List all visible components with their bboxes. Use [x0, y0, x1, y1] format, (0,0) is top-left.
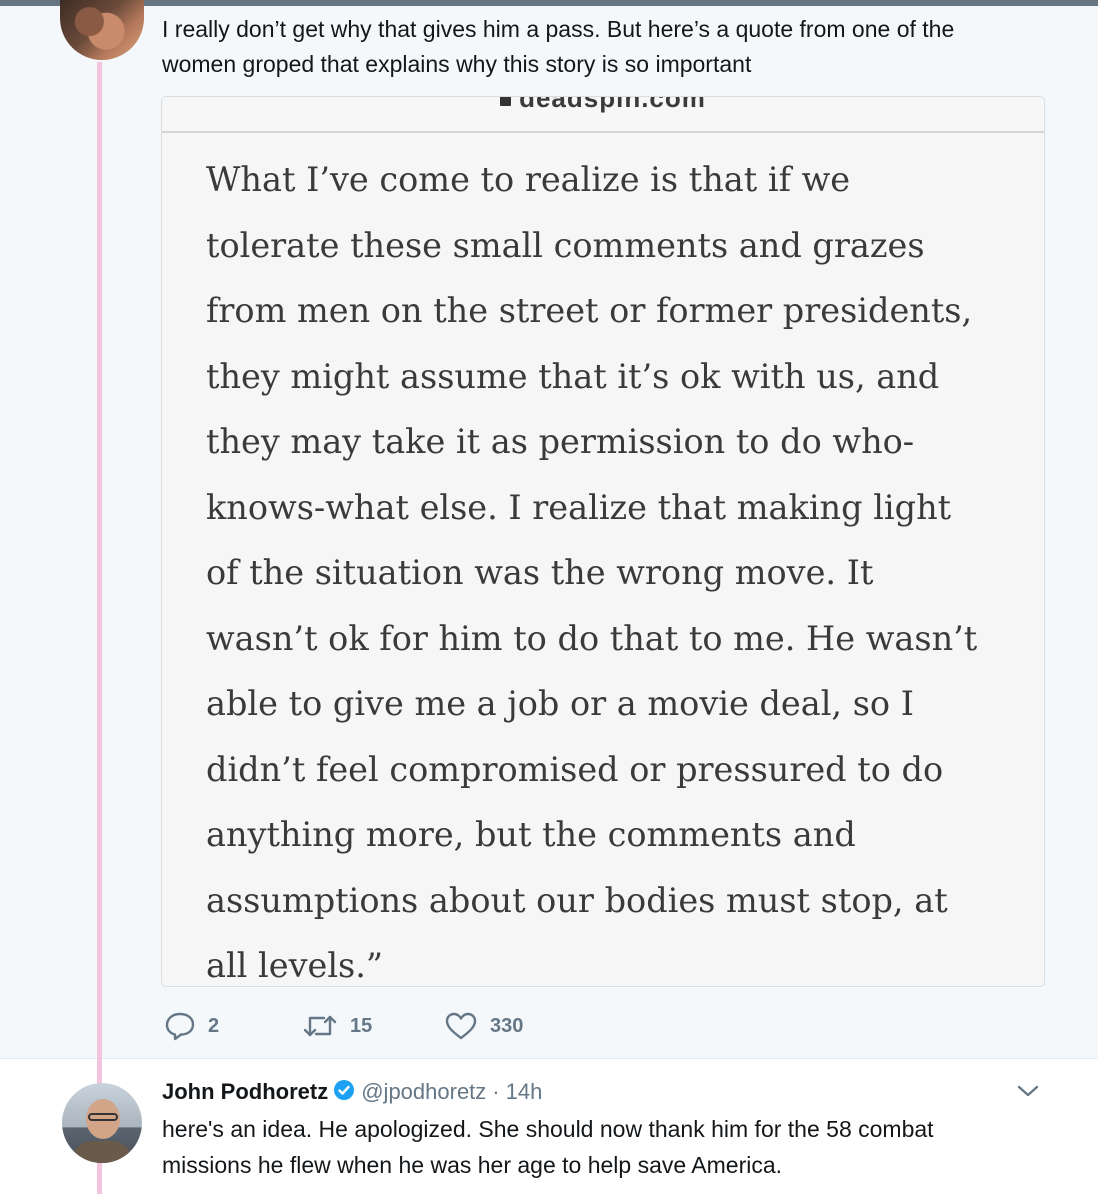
like-icon — [444, 1011, 478, 1041]
lock-icon — [500, 97, 512, 107]
author-handle[interactable]: @jpodhoretz — [361, 1079, 486, 1105]
tweet-actions: 2 15 330 — [162, 1008, 662, 1044]
tweet-text: I really don’t get why that gives him a … — [162, 12, 1062, 82]
tweet-header: John Podhoretz @jpodhoretz · 14h — [162, 1077, 542, 1107]
tweet-timestamp[interactable]: 14h — [506, 1079, 543, 1105]
retweet-button[interactable]: 15 — [302, 1008, 372, 1044]
retweet-icon — [302, 1011, 338, 1041]
quote-line: they might assume that it’s ok with us, … — [206, 356, 940, 396]
reply-count: 2 — [208, 1014, 220, 1037]
quote-line: anything more, but the comments and — [206, 815, 856, 854]
retweet-count: 15 — [350, 1014, 373, 1037]
quote-line: of the situation was the wrong move. It — [206, 553, 874, 592]
quote-line: all levels.” — [206, 946, 384, 985]
like-count: 330 — [490, 1014, 524, 1037]
avatar[interactable] — [62, 1083, 142, 1163]
chevron-down-icon[interactable] — [1016, 1083, 1040, 1104]
quote-line: What I’ve come to realize is that if we — [206, 160, 851, 199]
attached-screenshot[interactable]: deadspin.com What I’ve come to realize i… — [161, 96, 1045, 987]
quote-line: from men on the street or former preside… — [206, 291, 973, 330]
quote-line: they may take it as permission to do who… — [206, 422, 915, 461]
author-name[interactable]: John Podhoretz — [162, 1079, 328, 1105]
verified-icon — [333, 1079, 355, 1106]
quote-line: able to give me a job or a movie deal, s… — [206, 684, 914, 723]
thread-connector-line — [97, 62, 102, 1194]
reply-button[interactable]: 2 — [164, 1008, 219, 1044]
quote-line: didn’t feel compromised or pressured to … — [206, 749, 944, 789]
quote-line: knows-what else. I realize that making l… — [206, 487, 952, 527]
tweet-text-line: women groped that explains why this stor… — [162, 51, 752, 77]
reply-icon — [164, 1011, 196, 1041]
tweet-text: here's an idea. He apologized. She shoul… — [162, 1111, 1062, 1183]
url-domain: deadspin.com — [519, 96, 706, 113]
like-button[interactable]: 330 — [444, 1008, 523, 1044]
browser-url-bar: deadspin.com — [162, 97, 1044, 133]
tweet-2[interactable]: John Podhoretz @jpodhoretz · 14h here's … — [0, 1058, 1098, 1201]
tweet-text-line: missions he flew when he was her age to … — [162, 1152, 783, 1178]
tweet-1[interactable]: I really don’t get why that gives him a … — [0, 0, 1098, 1058]
avatar[interactable] — [60, 0, 144, 60]
quote-line: tolerate these small comments and grazes — [206, 225, 925, 265]
quote-line: assumptions about our bodies must stop, … — [206, 880, 948, 920]
quote-line: wasn’t ok for him to do that to me. He w… — [206, 618, 978, 658]
tweet-text-line: I really don’t get why that gives him a … — [162, 16, 955, 42]
header-separator: · — [492, 1079, 500, 1104]
tweet-text-line: here's an idea. He apologized. She shoul… — [162, 1116, 934, 1142]
quote-text: What I’ve come to realize is that if we … — [206, 147, 1016, 986]
